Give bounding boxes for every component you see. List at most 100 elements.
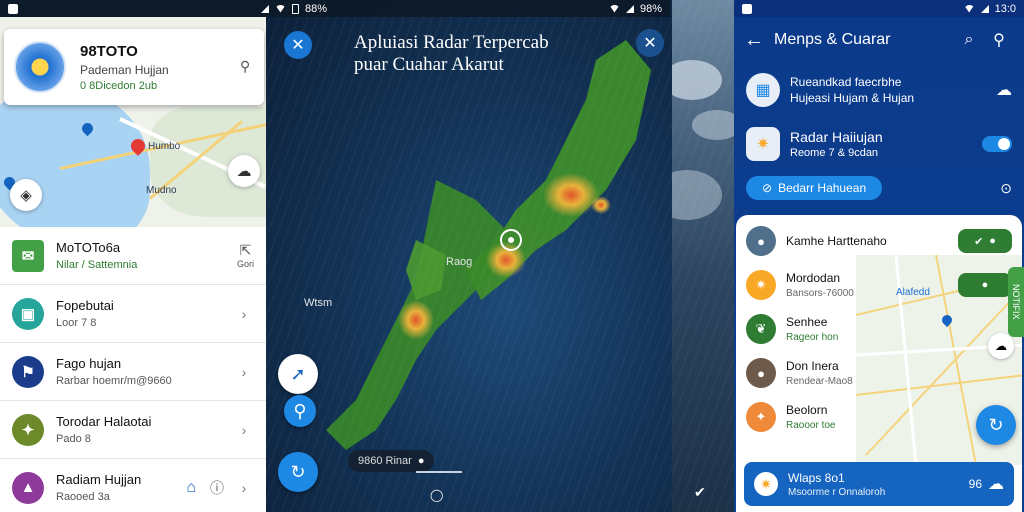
- location-name: Kamhe Harttenaho: [786, 234, 887, 248]
- pin-icon: ⚲: [293, 400, 307, 421]
- info-icon[interactable]: ⓘ: [210, 478, 224, 498]
- radar-app-icon: ▦: [746, 73, 780, 107]
- promo-headline-line-2: puar Cuahar Akarut: [354, 54, 504, 75]
- list-item-subtitle: Pado 8: [56, 433, 91, 445]
- layers-button[interactable]: ◈: [10, 179, 42, 211]
- close-icon: ✕: [643, 35, 657, 52]
- promo-line-2: Hujeasi Hujam & Hujan: [790, 91, 915, 105]
- layers-icon: ◈: [20, 187, 32, 204]
- refresh-button[interactable]: ↻: [976, 405, 1016, 445]
- navigate-button[interactable]: ⇱ Gori: [237, 242, 254, 269]
- list-item-title: Fopebutai: [56, 298, 114, 313]
- status-chip[interactable]: ●: [958, 273, 1012, 297]
- mail-icon: ✉: [12, 239, 44, 272]
- direction-icon: ⇱: [239, 242, 252, 258]
- microphone-icon[interactable]: ⚲: [240, 58, 254, 76]
- pin-button[interactable]: ⚲: [284, 395, 316, 427]
- side-tab[interactable]: NOTIFIX: [1008, 267, 1024, 337]
- radar-action-label: Bedarr Hahuean: [778, 181, 867, 195]
- list-item[interactable]: ⚑ Fago hujan Rarbar hoemr/m@9660 ›: [0, 343, 266, 401]
- list-item[interactable]: ● Kamhe Harttenaho ✔ ●: [736, 219, 1022, 263]
- refresh-icon: ↻: [290, 461, 306, 482]
- list-item[interactable]: ✉ MoTOTo6a Nilar / Sattemnia ⇱ Gori: [0, 227, 266, 285]
- list-item-title: Torodar Halaotai: [56, 414, 152, 429]
- list-item[interactable]: ▲ Radiam Hujjan Raooed 3a ⌂ ⓘ ›: [0, 459, 266, 512]
- feature-toggle[interactable]: [982, 136, 1012, 152]
- action-row: ⊘ Bedarr Hahuean ⊙: [734, 171, 1024, 205]
- app-promo-card[interactable]: ▦ Rueandkad faecrbhe Hujeasi Hujam & Huj…: [734, 63, 1024, 117]
- app-info-card[interactable]: 98TOTO Pademan Hujjan 0 8Dicedon 2ub ⚲: [4, 29, 264, 105]
- location-button[interactable]: ➚: [278, 354, 318, 394]
- list-item-subtitle: Rarbar hoemr/m@9660: [56, 375, 172, 387]
- right-phone-screen: ← Menps & Cuarar ⌕ ⚲ ▦ Rueandkad faecrbh…: [734, 17, 1024, 512]
- list-item[interactable]: ▣ Fopebutai Loor 7 8 ›: [0, 285, 266, 343]
- promo-headline-line-1: Apluiasi Radar Terpercab: [354, 32, 549, 53]
- location-name: Beolorn: [786, 403, 828, 417]
- settings-icon[interactable]: ⊙: [1000, 180, 1012, 197]
- promo-headline: Apluiasi Radar Terpercab puar Cuahar Aka…: [354, 32, 549, 76]
- wifi-icon: [963, 4, 975, 13]
- bottom-banner[interactable]: ✷ Wlaps 8o1 Msoorme r Onnaloroh 96 ☁: [744, 462, 1014, 506]
- cloud-icon: ☁: [996, 82, 1012, 99]
- map-book-icon: ▣: [12, 297, 44, 330]
- sun-icon: ✷: [746, 127, 780, 161]
- rain-overlay: [672, 0, 734, 512]
- list-item[interactable]: ● Don Inera Rendear-Mao8: [736, 351, 1022, 395]
- status-bar-right: 13:0: [734, 0, 1024, 17]
- feature-title: Radar Haiiujan: [790, 129, 883, 145]
- toggle-icon: ●: [989, 235, 996, 247]
- search-icon[interactable]: ⌕: [954, 31, 984, 49]
- radar-action-button[interactable]: ⊘ Bedarr Hahuean: [746, 176, 883, 200]
- play-icon: ●: [417, 455, 425, 467]
- radar-feature-card[interactable]: ✷ Radar Haiiujan Reome 7 & 9cdan: [734, 117, 1024, 171]
- feature-subtitle: Reome 7 & 9cdan: [790, 147, 879, 159]
- list-item-title: MoTOTo6a: [56, 240, 121, 255]
- app-notification-icon: [8, 3, 18, 14]
- location-name: Mordodan: [786, 271, 841, 285]
- list-item-subtitle: Loor 7 8: [56, 317, 97, 329]
- refresh-button[interactable]: ↻: [278, 452, 318, 492]
- map-label: Raog: [446, 256, 473, 268]
- signal-icon: [260, 4, 269, 13]
- weather-badge-icon: ✦: [12, 413, 44, 446]
- triangle-icon: ▲: [12, 471, 44, 504]
- chevron-right-icon: ›: [241, 479, 247, 496]
- location-icon[interactable]: ⚲: [984, 30, 1014, 50]
- list-item[interactable]: ✦ Torodar Halaotai Pado 8 ›: [0, 401, 266, 459]
- close-button[interactable]: ✕: [636, 29, 664, 57]
- timeline-chip[interactable]: 9860 Rinar ●: [348, 450, 435, 472]
- list-item[interactable]: ❦ Senhee Rageor hon: [736, 307, 1022, 351]
- radar-icon: ⊘: [762, 181, 773, 195]
- avatar: ●: [746, 358, 776, 388]
- location-name: Don Inera: [786, 359, 839, 373]
- timeline-slider[interactable]: [416, 471, 462, 473]
- status-bar-mid: 98%: [335, 0, 670, 17]
- location-detail: Rageor hon: [786, 332, 839, 343]
- location-detail: Bansors-76000: [786, 288, 854, 299]
- close-icon: ✕: [291, 37, 305, 54]
- app-collage: 88% 98% 13:0 Humbo Mudno ◈ ☁ 98TOTO Pade…: [0, 0, 1024, 512]
- leaf-icon: ❦: [746, 314, 776, 344]
- list-item[interactable]: ✷ Mordodan Bansors-76000 ●: [736, 263, 1022, 307]
- close-button[interactable]: ✕: [284, 31, 312, 59]
- home-icon[interactable]: ⌂: [186, 479, 196, 497]
- app-logo-icon: [14, 41, 66, 93]
- back-arrow-icon[interactable]: ←: [744, 29, 774, 52]
- battery-icon: [291, 3, 299, 14]
- radar-map-view[interactable]: Apluiasi Radar Terpercab puar Cuahar Aka…: [266, 0, 672, 512]
- chevron-right-icon: ›: [241, 305, 247, 322]
- signal-icon: [625, 4, 634, 13]
- circle-icon[interactable]: ◯: [430, 488, 443, 502]
- list-item-subtitle: Nilar / Sattemnia: [56, 259, 138, 271]
- status-time: 13:0: [994, 2, 1016, 15]
- status-chip[interactable]: ✔ ●: [958, 229, 1012, 253]
- check-icon[interactable]: ✔: [694, 484, 706, 501]
- check-icon: ✔: [974, 235, 984, 248]
- cloud-icon: ☁: [988, 476, 1004, 493]
- signal-icon: [980, 4, 989, 13]
- banner-action[interactable]: 96: [969, 477, 982, 491]
- list-item-title: Radiam Hujjan: [56, 472, 142, 487]
- location-name: Senhee: [786, 315, 828, 329]
- weather-button[interactable]: ☁: [228, 155, 260, 187]
- location-detail: Rendear-Mao8: [786, 376, 853, 387]
